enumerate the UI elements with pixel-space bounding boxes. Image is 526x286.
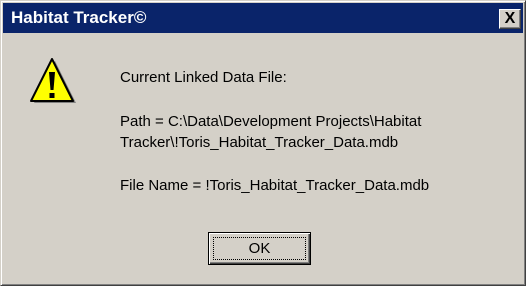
- message-dialog: Habitat Tracker© X Current Linked Data F…: [0, 0, 526, 286]
- window-title: Habitat Tracker©: [11, 8, 147, 27]
- title-bar[interactable]: Habitat Tracker© X: [3, 3, 523, 33]
- ok-button[interactable]: OK: [208, 232, 311, 265]
- path-line-2: Tracker\!Toris_Habitat_Tracker_Data.mdb: [120, 134, 399, 151]
- path-text: Path = C:\Data\Development Projects\Habi…: [120, 111, 421, 153]
- close-button[interactable]: X: [499, 9, 521, 29]
- warning-icon: [30, 58, 76, 103]
- message-header: Current Linked Data File:: [120, 69, 287, 86]
- path-line-1: Path = C:\Data\Development Projects\Habi…: [120, 113, 422, 130]
- ok-button-label: OK: [248, 240, 271, 257]
- file-name-text: File Name = !Toris_Habitat_Tracker_Data.…: [120, 177, 430, 194]
